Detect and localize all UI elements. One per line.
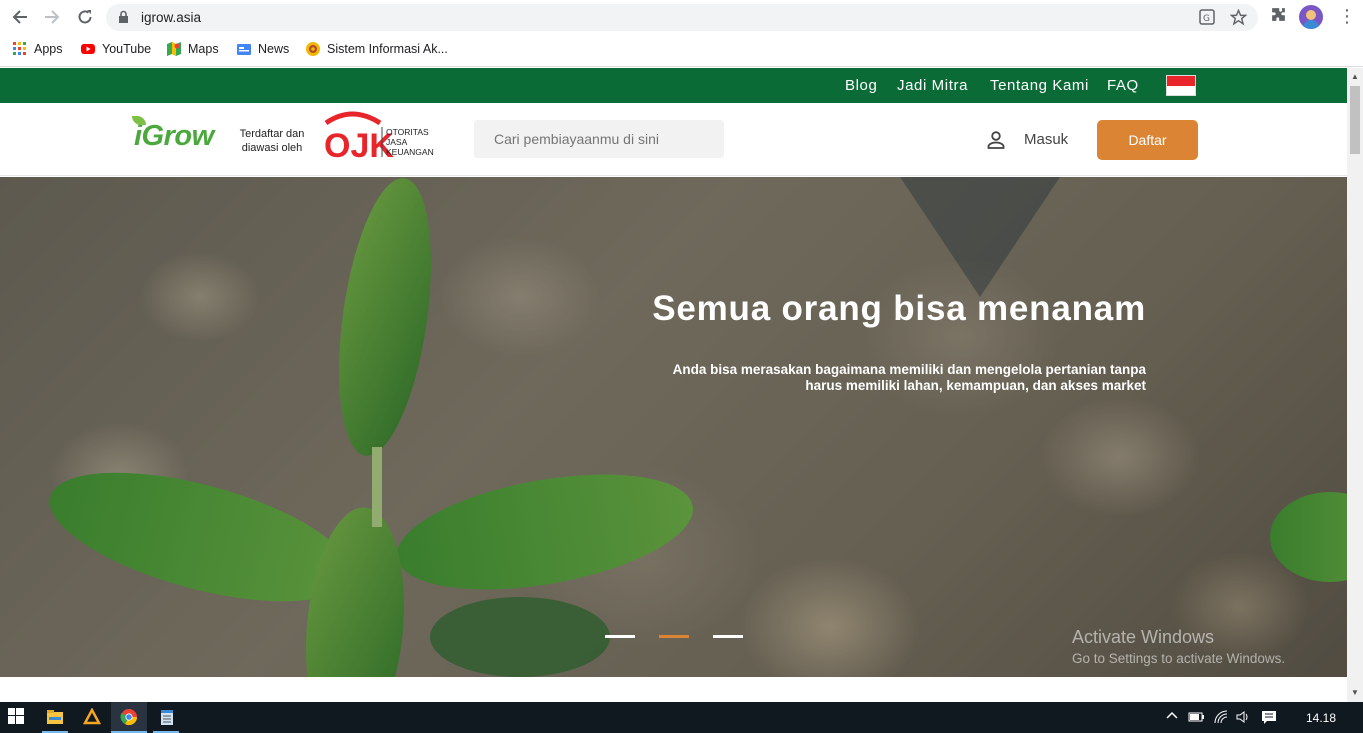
ojk-caption: OTORITAS JASA KEUANGAN: [386, 127, 434, 157]
url-text: igrow.asia: [141, 10, 202, 25]
bookmark-apps[interactable]: Apps: [12, 41, 63, 57]
site-header: iGrow Terdaftar dan diawasi oleh OJK OTO…: [0, 103, 1347, 176]
taskbar-clock[interactable]: 14.18: [1306, 711, 1336, 725]
chrome-icon[interactable]: [120, 708, 138, 726]
bookmarks-bar: Apps YouTube Maps News Sistem Informasi …: [0, 34, 1363, 67]
wifi-icon[interactable]: [1214, 710, 1230, 727]
news-icon: [236, 41, 252, 57]
igrow-logo[interactable]: iGrow: [132, 116, 214, 153]
hero-banner: Semua orang bisa menanam Anda bisa meras…: [0, 177, 1347, 677]
translate-icon[interactable]: G: [1199, 9, 1215, 30]
sia-icon: [305, 41, 321, 57]
bookmark-maps[interactable]: Maps: [166, 41, 219, 57]
maps-icon: [166, 41, 182, 57]
reload-icon[interactable]: [74, 6, 96, 28]
scroll-thumb[interactable]: [1350, 86, 1360, 154]
bookmark-label: YouTube: [102, 42, 152, 56]
bookmark-youtube[interactable]: YouTube: [80, 41, 151, 57]
svg-text:G: G: [1203, 14, 1210, 24]
volume-icon[interactable]: [1236, 710, 1252, 727]
profile-avatar[interactable]: [1299, 5, 1323, 29]
file-explorer-icon[interactable]: [46, 708, 64, 726]
bookmark-label: Maps: [188, 42, 219, 56]
browser-menu-icon[interactable]: ⋮: [1338, 7, 1356, 25]
nav-blog[interactable]: Blog: [845, 77, 877, 94]
page-scrollbar[interactable]: ▲ ▼: [1347, 68, 1363, 702]
address-bar[interactable]: igrow.asia G: [106, 4, 1258, 31]
notepad-icon[interactable]: [158, 708, 176, 726]
youtube-icon: [80, 41, 96, 57]
nav-tentang-kami[interactable]: Tentang Kami: [990, 77, 1089, 94]
bookmark-star-icon[interactable]: [1229, 8, 1248, 31]
scroll-down-icon[interactable]: ▼: [1351, 688, 1359, 697]
hero-subtitle: Anda bisa merasakan bagaimana memiliki d…: [672, 362, 1146, 393]
hero-title: Semua orang bisa menanam: [652, 289, 1146, 328]
register-button[interactable]: Daftar: [1097, 120, 1198, 160]
indonesia-flag-icon[interactable]: [1166, 75, 1196, 96]
back-icon[interactable]: [9, 6, 31, 28]
user-icon[interactable]: [986, 130, 1006, 155]
registered-label: Terdaftar dan diawasi oleh: [239, 128, 305, 154]
bookmark-label: Apps: [34, 42, 63, 56]
svg-text:OJK: OJK: [324, 127, 394, 161]
activate-windows-title: Activate Windows: [1072, 627, 1215, 647]
extensions-icon[interactable]: [1270, 6, 1287, 28]
windows-taskbar: 14.18: [0, 702, 1363, 733]
browser-toolbar: igrow.asia G ⋮: [0, 0, 1363, 34]
login-link[interactable]: Masuk: [1024, 131, 1068, 148]
apps-grid-icon: [12, 41, 28, 57]
battery-icon[interactable]: [1188, 710, 1205, 726]
carousel-dot-1[interactable]: [605, 635, 635, 638]
activate-windows-subtitle: Go to Settings to activate Windows.: [1072, 651, 1286, 666]
notification-icon[interactable]: [1261, 710, 1277, 727]
forward-icon[interactable]: [41, 6, 63, 28]
lock-icon: [118, 10, 129, 29]
chevron-up-icon[interactable]: [1166, 710, 1178, 725]
scroll-up-icon[interactable]: ▲: [1351, 72, 1359, 81]
nav-jadi-mitra[interactable]: Jadi Mitra: [897, 77, 968, 94]
windows-start-icon[interactable]: [8, 708, 26, 726]
bookmark-sistem-informasi[interactable]: Sistem Informasi Ak...: [305, 41, 448, 57]
bookmark-news[interactable]: News: [236, 41, 289, 57]
bookmark-label: Sistem Informasi Ak...: [327, 42, 448, 56]
app-icon[interactable]: [82, 707, 102, 726]
carousel-dot-3[interactable]: [713, 635, 743, 638]
web-page: Blog Jadi Mitra Tentang Kami FAQ iGrow T…: [0, 68, 1347, 702]
bookmark-label: News: [258, 42, 290, 56]
nav-faq[interactable]: FAQ: [1107, 77, 1139, 94]
carousel-dot-2[interactable]: [659, 635, 689, 638]
search-input[interactable]: [474, 120, 724, 158]
top-nav-bar: Blog Jadi Mitra Tentang Kami FAQ: [0, 68, 1347, 103]
